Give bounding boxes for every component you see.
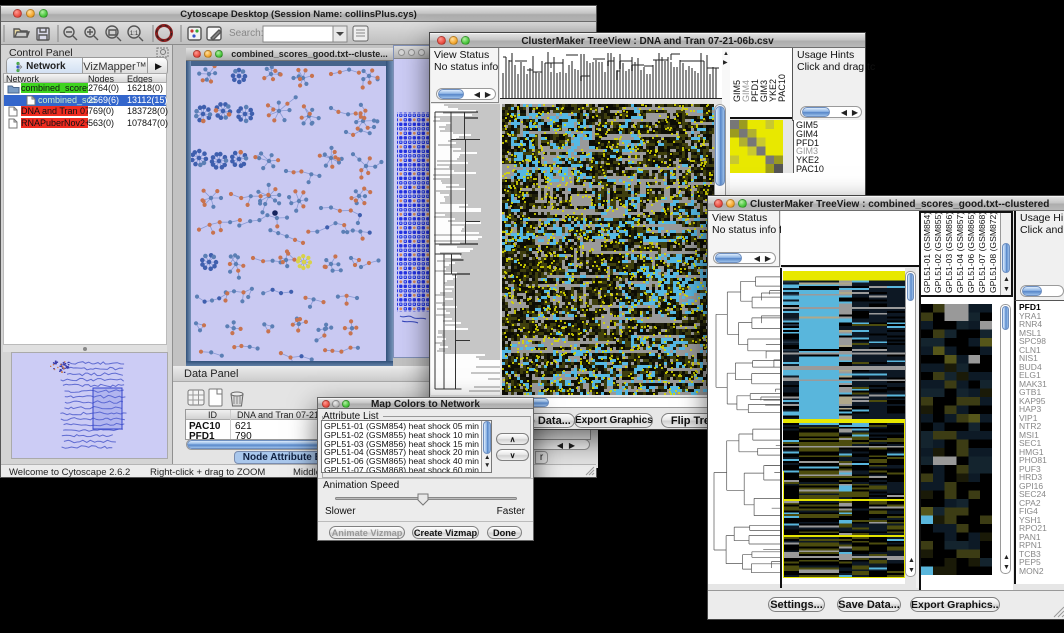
svg-text:GPL51-02 (GSM855): GPL51-02 (GSM855) [933, 213, 943, 293]
svg-text:PAC10: PAC10 [777, 74, 787, 102]
svg-text:GPL51-08 (GSM872): GPL51-08 (GSM872) [988, 213, 998, 293]
svg-text:GPL51-01 (GSM854): GPL51-01 (GSM854) [922, 213, 932, 293]
svg-text:Search:: Search: [229, 28, 263, 39]
svg-text:GPL51-04 (GSM857): GPL51-04 (GSM857) [955, 213, 965, 293]
svg-text:GPL51-03 (GSM856): GPL51-03 (GSM856) [944, 213, 954, 293]
svg-text:GPL51-07 (GSM868): GPL51-07 (GSM868) [977, 213, 987, 293]
svg-text:GPL51-06 (GSM865): GPL51-06 (GSM865) [966, 213, 976, 293]
svg-text:1:1: 1:1 [130, 31, 139, 37]
